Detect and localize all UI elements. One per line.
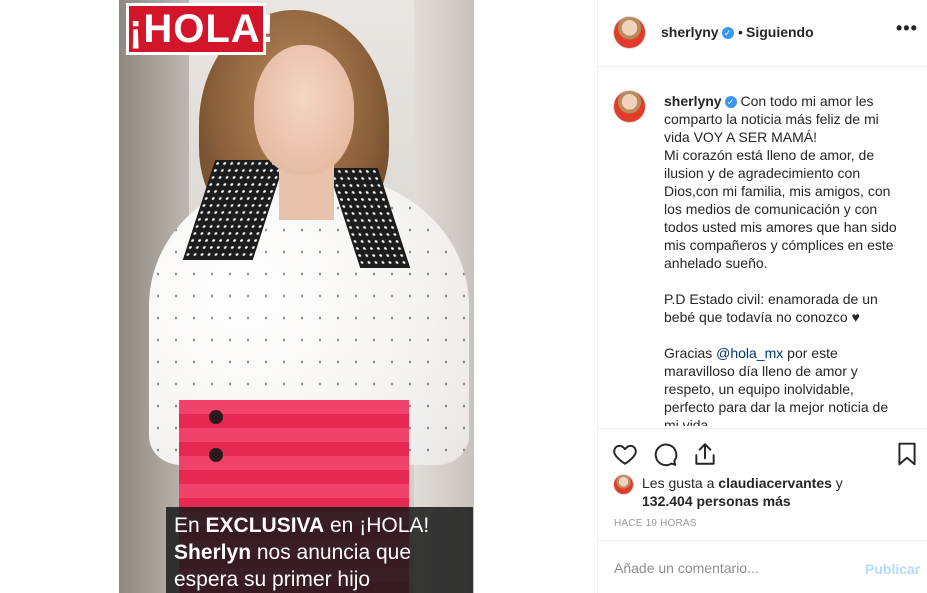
more-options-button[interactable]: ••• [896, 18, 918, 39]
publish-button[interactable]: Publicar [865, 561, 920, 577]
verified-icon: ✓ [724, 96, 737, 108]
image-caption-line: espera su primer hijo [174, 568, 371, 591]
post-photo[interactable] [119, 0, 474, 593]
action-bar [598, 428, 927, 478]
post-caption: sherlyny ✓ Con todo mi amor les comparto … [664, 92, 904, 426]
likes-count[interactable]: 132.404 personas más [642, 493, 791, 509]
avatar[interactable] [613, 90, 646, 123]
likes-line[interactable]: 132.404 personas más [642, 493, 791, 509]
caption-paragraph: P.D Estado civil: enamorada de un bebé q… [664, 291, 878, 325]
photo-face [254, 45, 354, 175]
bookmark-icon[interactable] [894, 441, 920, 467]
post-side-panel: sherlyny ✓ • Siguiendo ••• sherlyny ✓ Con … [597, 0, 927, 593]
post-image-area: ¡HOLA! En EXCLUSIVA en ¡HOLA! Sherlyn no… [0, 0, 597, 593]
separator-dot: • [738, 24, 743, 40]
following-button[interactable]: Siguiendo [746, 24, 814, 40]
header-username[interactable]: sherlyny ✓ [661, 24, 734, 40]
instagram-post-page: ¡HOLA! En EXCLUSIVA en ¡HOLA! Sherlyn no… [0, 0, 927, 593]
photo-button [209, 448, 223, 462]
avatar[interactable] [613, 16, 646, 49]
likes-text: y [831, 475, 843, 491]
post-header: sherlyny ✓ • Siguiendo ••• [598, 0, 927, 67]
caption-paragraph: Gracias @hola_mx por este maravilloso dí… [664, 344, 904, 426]
caption-text: En [174, 514, 206, 537]
caption-username[interactable]: sherlyny [664, 93, 722, 109]
heart-icon[interactable] [612, 441, 638, 467]
image-caption-line: En EXCLUSIVA en ¡HOLA! [174, 512, 465, 539]
comment-input[interactable] [614, 560, 844, 576]
caption-bold: Sherlyn [174, 541, 252, 564]
caption-paragraph: sherlyny ✓ Con todo mi amor les comparto … [664, 92, 904, 146]
hola-logo: ¡HOLA! [126, 3, 274, 55]
caption-paragraph: Mi corazón está lleno de amor, de ilusio… [664, 147, 897, 271]
caption-text: nos anuncia que [251, 541, 411, 564]
avatar[interactable] [613, 474, 634, 495]
comments-section[interactable]: sherlyny ✓ Con todo mi amor les comparto … [598, 68, 927, 426]
likes-summary: Les gusta a claudiacervantes y 132.404 p… [613, 474, 923, 514]
verified-icon: ✓ [721, 27, 734, 39]
likes-text: Les gusta a [642, 475, 719, 491]
mention-link[interactable]: @hola_mx [716, 345, 783, 361]
post-timestamp[interactable]: HACE 19 HORAS [614, 518, 697, 529]
liker-username[interactable]: claudiacervantes [718, 475, 832, 491]
photo-button [209, 410, 223, 424]
username-text[interactable]: sherlyny [661, 24, 719, 40]
image-caption-box: En EXCLUSIVA en ¡HOLA! Sherlyn nos anunc… [166, 507, 473, 593]
likes-line: Les gusta a claudiacervantes y [642, 475, 843, 491]
comment-icon[interactable] [652, 441, 678, 467]
share-icon[interactable] [692, 441, 718, 467]
caption-text: en ¡HOLA! [324, 514, 430, 537]
caption-text: Gracias [664, 345, 717, 361]
image-caption-line: Sherlyn nos anuncia que [174, 539, 465, 566]
add-comment-bar: Publicar [598, 540, 927, 593]
caption-bold: EXCLUSIVA [205, 514, 325, 537]
